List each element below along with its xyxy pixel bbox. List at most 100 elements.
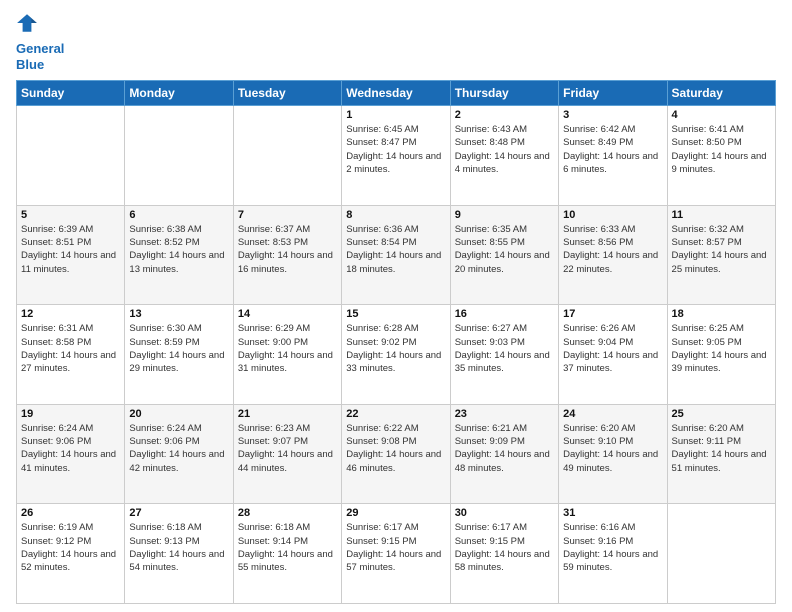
day-info: Sunrise: 6:45 AMSunset: 8:47 PMDaylight:…	[346, 123, 445, 176]
day-number: 1	[346, 109, 445, 121]
day-info: Sunrise: 6:35 AMSunset: 8:55 PMDaylight:…	[455, 223, 554, 276]
day-info: Sunrise: 6:29 AMSunset: 9:00 PMDaylight:…	[238, 322, 337, 375]
calendar-cell	[125, 106, 233, 206]
calendar-cell: 25 Sunrise: 6:20 AMSunset: 9:11 PMDayligh…	[667, 404, 775, 504]
calendar-week-row: 26 Sunrise: 6:19 AMSunset: 9:12 PMDayligh…	[17, 504, 776, 604]
calendar-week-row: 19 Sunrise: 6:24 AMSunset: 9:06 PMDayligh…	[17, 404, 776, 504]
day-number: 22	[346, 408, 445, 420]
day-info: Sunrise: 6:23 AMSunset: 9:07 PMDaylight:…	[238, 422, 337, 475]
weekday-header: Tuesday	[233, 81, 341, 106]
calendar-cell: 8 Sunrise: 6:36 AMSunset: 8:54 PMDaylight…	[342, 205, 450, 305]
weekday-header: Thursday	[450, 81, 558, 106]
day-info: Sunrise: 6:36 AMSunset: 8:54 PMDaylight:…	[346, 223, 445, 276]
day-info: Sunrise: 6:19 AMSunset: 9:12 PMDaylight:…	[21, 521, 120, 574]
day-info: Sunrise: 6:20 AMSunset: 9:11 PMDaylight:…	[672, 422, 771, 475]
day-number: 7	[238, 209, 337, 221]
day-number: 6	[129, 209, 228, 221]
day-number: 15	[346, 308, 445, 320]
calendar-cell: 27 Sunrise: 6:18 AMSunset: 9:13 PMDayligh…	[125, 504, 233, 604]
calendar-cell: 2 Sunrise: 6:43 AMSunset: 8:48 PMDaylight…	[450, 106, 558, 206]
day-info: Sunrise: 6:25 AMSunset: 9:05 PMDaylight:…	[672, 322, 771, 375]
day-info: Sunrise: 6:24 AMSunset: 9:06 PMDaylight:…	[129, 422, 228, 475]
calendar-cell: 19Sunrise: 6:24 AMSunset: 9:06 PMDayligh…	[17, 404, 125, 504]
day-number: 5	[21, 209, 120, 221]
day-info: Sunrise: 6:42 AMSunset: 8:49 PMDaylight:…	[563, 123, 662, 176]
calendar-cell: 11 Sunrise: 6:32 AMSunset: 8:57 PMDayligh…	[667, 205, 775, 305]
calendar-cell: 14 Sunrise: 6:29 AMSunset: 9:00 PMDayligh…	[233, 305, 341, 405]
calendar-cell: 10 Sunrise: 6:33 AMSunset: 8:56 PMDayligh…	[559, 205, 667, 305]
day-info: Sunrise: 6:33 AMSunset: 8:56 PMDaylight:…	[563, 223, 662, 276]
day-number: 20	[129, 408, 228, 420]
day-info: Sunrise: 6:20 AMSunset: 9:10 PMDaylight:…	[563, 422, 662, 475]
day-info: Sunrise: 6:17 AMSunset: 9:15 PMDaylight:…	[346, 521, 445, 574]
calendar-cell: 18 Sunrise: 6:25 AMSunset: 9:05 PMDayligh…	[667, 305, 775, 405]
day-info: Sunrise: 6:31 AMSunset: 8:58 PMDaylight:…	[21, 322, 120, 375]
day-number: 25	[672, 408, 771, 420]
calendar-cell: 5Sunrise: 6:39 AMSunset: 8:51 PMDaylight…	[17, 205, 125, 305]
calendar-cell: 30Sunrise: 6:17 AMSunset: 9:15 PMDayligh…	[450, 504, 558, 604]
calendar-header-row: SundayMondayTuesdayWednesdayThursdayFrid…	[17, 81, 776, 106]
calendar-cell	[233, 106, 341, 206]
day-number: 2	[455, 109, 554, 121]
calendar-cell: 17Sunrise: 6:26 AMSunset: 9:04 PMDayligh…	[559, 305, 667, 405]
calendar-cell: 7Sunrise: 6:37 AMSunset: 8:53 PMDaylight…	[233, 205, 341, 305]
weekday-header: Monday	[125, 81, 233, 106]
calendar-week-row: 12 Sunrise: 6:31 AMSunset: 8:58 PMDayligh…	[17, 305, 776, 405]
day-number: 11	[672, 209, 771, 221]
day-info: Sunrise: 6:32 AMSunset: 8:57 PMDaylight:…	[672, 223, 771, 276]
day-number: 16	[455, 308, 554, 320]
calendar-cell: 13 Sunrise: 6:30 AMSunset: 8:59 PMDayligh…	[125, 305, 233, 405]
day-info: Sunrise: 6:30 AMSunset: 8:59 PMDaylight:…	[129, 322, 228, 375]
day-number: 14	[238, 308, 337, 320]
day-number: 19	[21, 408, 120, 420]
day-number: 4	[672, 109, 771, 121]
calendar-cell: 29 Sunrise: 6:17 AMSunset: 9:15 PMDayligh…	[342, 504, 450, 604]
day-number: 24	[563, 408, 662, 420]
logo-text: General Blue	[16, 41, 64, 72]
day-info: Sunrise: 6:18 AMSunset: 9:14 PMDaylight:…	[238, 521, 337, 574]
calendar-cell: 26 Sunrise: 6:19 AMSunset: 9:12 PMDayligh…	[17, 504, 125, 604]
day-number: 26	[21, 507, 120, 519]
calendar-cell: 12 Sunrise: 6:31 AMSunset: 8:58 PMDayligh…	[17, 305, 125, 405]
day-number: 28	[238, 507, 337, 519]
weekday-header: Sunday	[17, 81, 125, 106]
day-number: 29	[346, 507, 445, 519]
day-info: Sunrise: 6:43 AMSunset: 8:48 PMDaylight:…	[455, 123, 554, 176]
day-info: Sunrise: 6:41 AMSunset: 8:50 PMDaylight:…	[672, 123, 771, 176]
calendar-week-row: 1 Sunrise: 6:45 AMSunset: 8:47 PMDaylight…	[17, 106, 776, 206]
calendar-cell: 3Sunrise: 6:42 AMSunset: 8:49 PMDaylight…	[559, 106, 667, 206]
calendar-cell	[667, 504, 775, 604]
day-number: 18	[672, 308, 771, 320]
day-info: Sunrise: 6:16 AMSunset: 9:16 PMDaylight:…	[563, 521, 662, 574]
calendar-cell: 31 Sunrise: 6:16 AMSunset: 9:16 PMDayligh…	[559, 504, 667, 604]
day-number: 10	[563, 209, 662, 221]
calendar-cell: 22Sunrise: 6:22 AMSunset: 9:08 PMDayligh…	[342, 404, 450, 504]
calendar-cell: 21 Sunrise: 6:23 AMSunset: 9:07 PMDayligh…	[233, 404, 341, 504]
calendar-cell: 4 Sunrise: 6:41 AMSunset: 8:50 PMDaylight…	[667, 106, 775, 206]
day-info: Sunrise: 6:21 AMSunset: 9:09 PMDaylight:…	[455, 422, 554, 475]
page: General Blue SundayMondayTuesdayWednesda…	[0, 0, 792, 612]
day-number: 13	[129, 308, 228, 320]
calendar-week-row: 5Sunrise: 6:39 AMSunset: 8:51 PMDaylight…	[17, 205, 776, 305]
day-number: 23	[455, 408, 554, 420]
day-info: Sunrise: 6:38 AMSunset: 8:52 PMDaylight:…	[129, 223, 228, 276]
weekday-header: Friday	[559, 81, 667, 106]
day-number: 9	[455, 209, 554, 221]
logo: General Blue	[16, 12, 64, 72]
day-number: 12	[21, 308, 120, 320]
day-info: Sunrise: 6:18 AMSunset: 9:13 PMDaylight:…	[129, 521, 228, 574]
day-number: 21	[238, 408, 337, 420]
calendar-cell: 1 Sunrise: 6:45 AMSunset: 8:47 PMDaylight…	[342, 106, 450, 206]
day-number: 8	[346, 209, 445, 221]
weekday-header: Saturday	[667, 81, 775, 106]
calendar-table: SundayMondayTuesdayWednesdayThursdayFrid…	[16, 80, 776, 604]
day-info: Sunrise: 6:27 AMSunset: 9:03 PMDaylight:…	[455, 322, 554, 375]
calendar-cell: 23 Sunrise: 6:21 AMSunset: 9:09 PMDayligh…	[450, 404, 558, 504]
calendar-cell: 20 Sunrise: 6:24 AMSunset: 9:06 PMDayligh…	[125, 404, 233, 504]
header: General Blue	[16, 12, 776, 72]
day-number: 31	[563, 507, 662, 519]
calendar-cell: 24 Sunrise: 6:20 AMSunset: 9:10 PMDayligh…	[559, 404, 667, 504]
day-info: Sunrise: 6:28 AMSunset: 9:02 PMDaylight:…	[346, 322, 445, 375]
day-number: 27	[129, 507, 228, 519]
logo-icon	[16, 12, 38, 34]
